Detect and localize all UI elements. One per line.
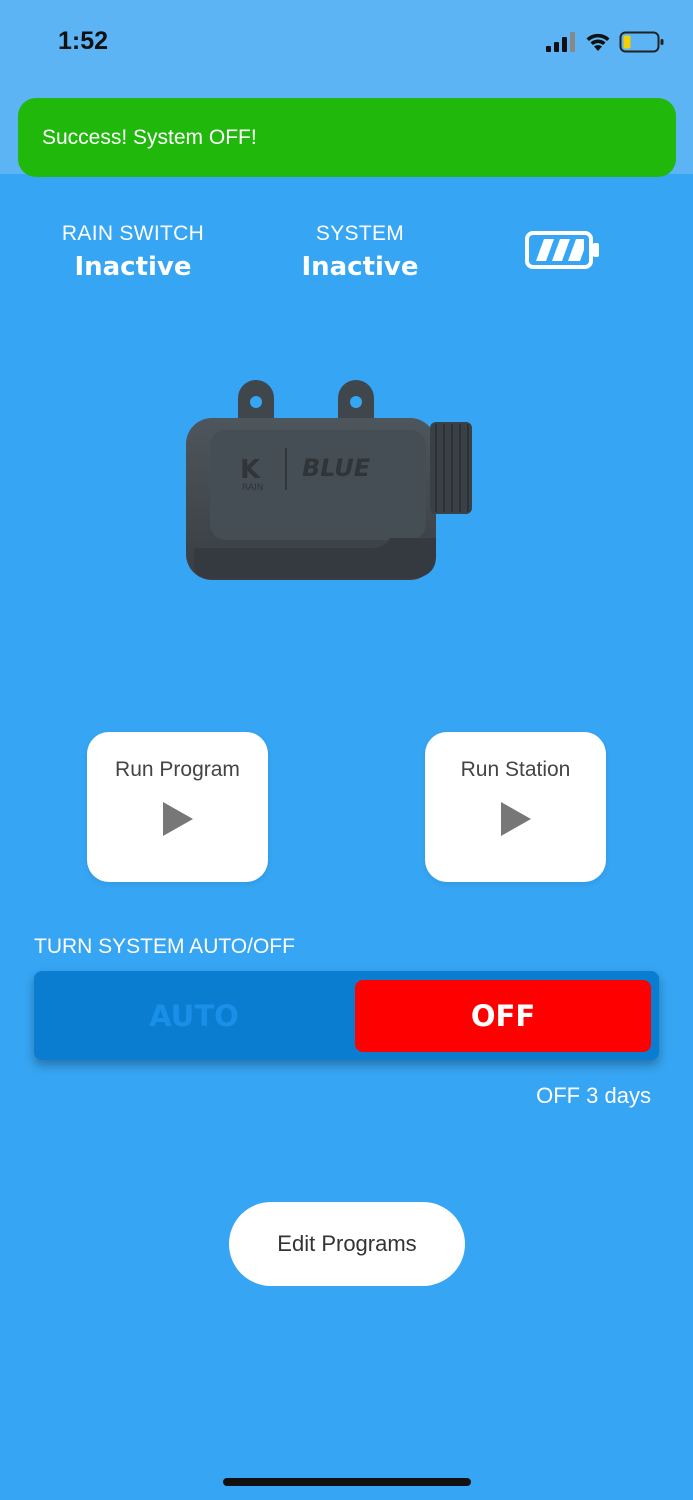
rain-switch-value: Inactive (74, 252, 192, 282)
cellular-signal-icon (546, 32, 575, 52)
status-time: 1:52 (58, 27, 109, 55)
play-icon (500, 802, 531, 836)
rain-switch-status: RAIN SWITCH Inactive (54, 222, 212, 282)
toggle-auto-option[interactable]: AUTO (34, 971, 354, 1060)
battery-status-icon (619, 31, 664, 53)
run-program-label: Run Program (115, 758, 240, 781)
home-indicator[interactable] (223, 1478, 471, 1486)
success-toast: Success! System OFF! (18, 98, 676, 177)
run-station-label: Run Station (460, 758, 571, 781)
toast-message: Success! System OFF! (42, 125, 257, 149)
system-status: SYSTEM Inactive (290, 222, 430, 282)
run-program-button[interactable]: Run Program (87, 732, 268, 882)
off-duration-text: OFF 3 days (536, 1083, 651, 1108)
system-value: Inactive (301, 252, 419, 282)
device-logo-sub: RAIN (242, 483, 263, 493)
play-icon (162, 802, 193, 836)
device-brand-text: BLUE (302, 454, 371, 482)
status-bar: 1:52 (0, 0, 693, 90)
wifi-icon (586, 33, 610, 51)
system-label: SYSTEM (315, 222, 405, 245)
toggle-off-option[interactable]: OFF (355, 980, 651, 1052)
device-logo-letter: K (240, 455, 261, 485)
system-auto-off-toggle[interactable]: AUTO OFF (34, 971, 659, 1060)
device-battery-icon (525, 231, 599, 269)
edit-programs-button[interactable]: Edit Programs (229, 1202, 465, 1286)
run-station-button[interactable]: Run Station (425, 732, 606, 882)
rain-switch-label: RAIN SWITCH (61, 222, 205, 245)
controller-device-image: K RAIN BLUE (186, 380, 472, 580)
system-toggle-label: TURN SYSTEM AUTO/OFF (34, 935, 295, 958)
